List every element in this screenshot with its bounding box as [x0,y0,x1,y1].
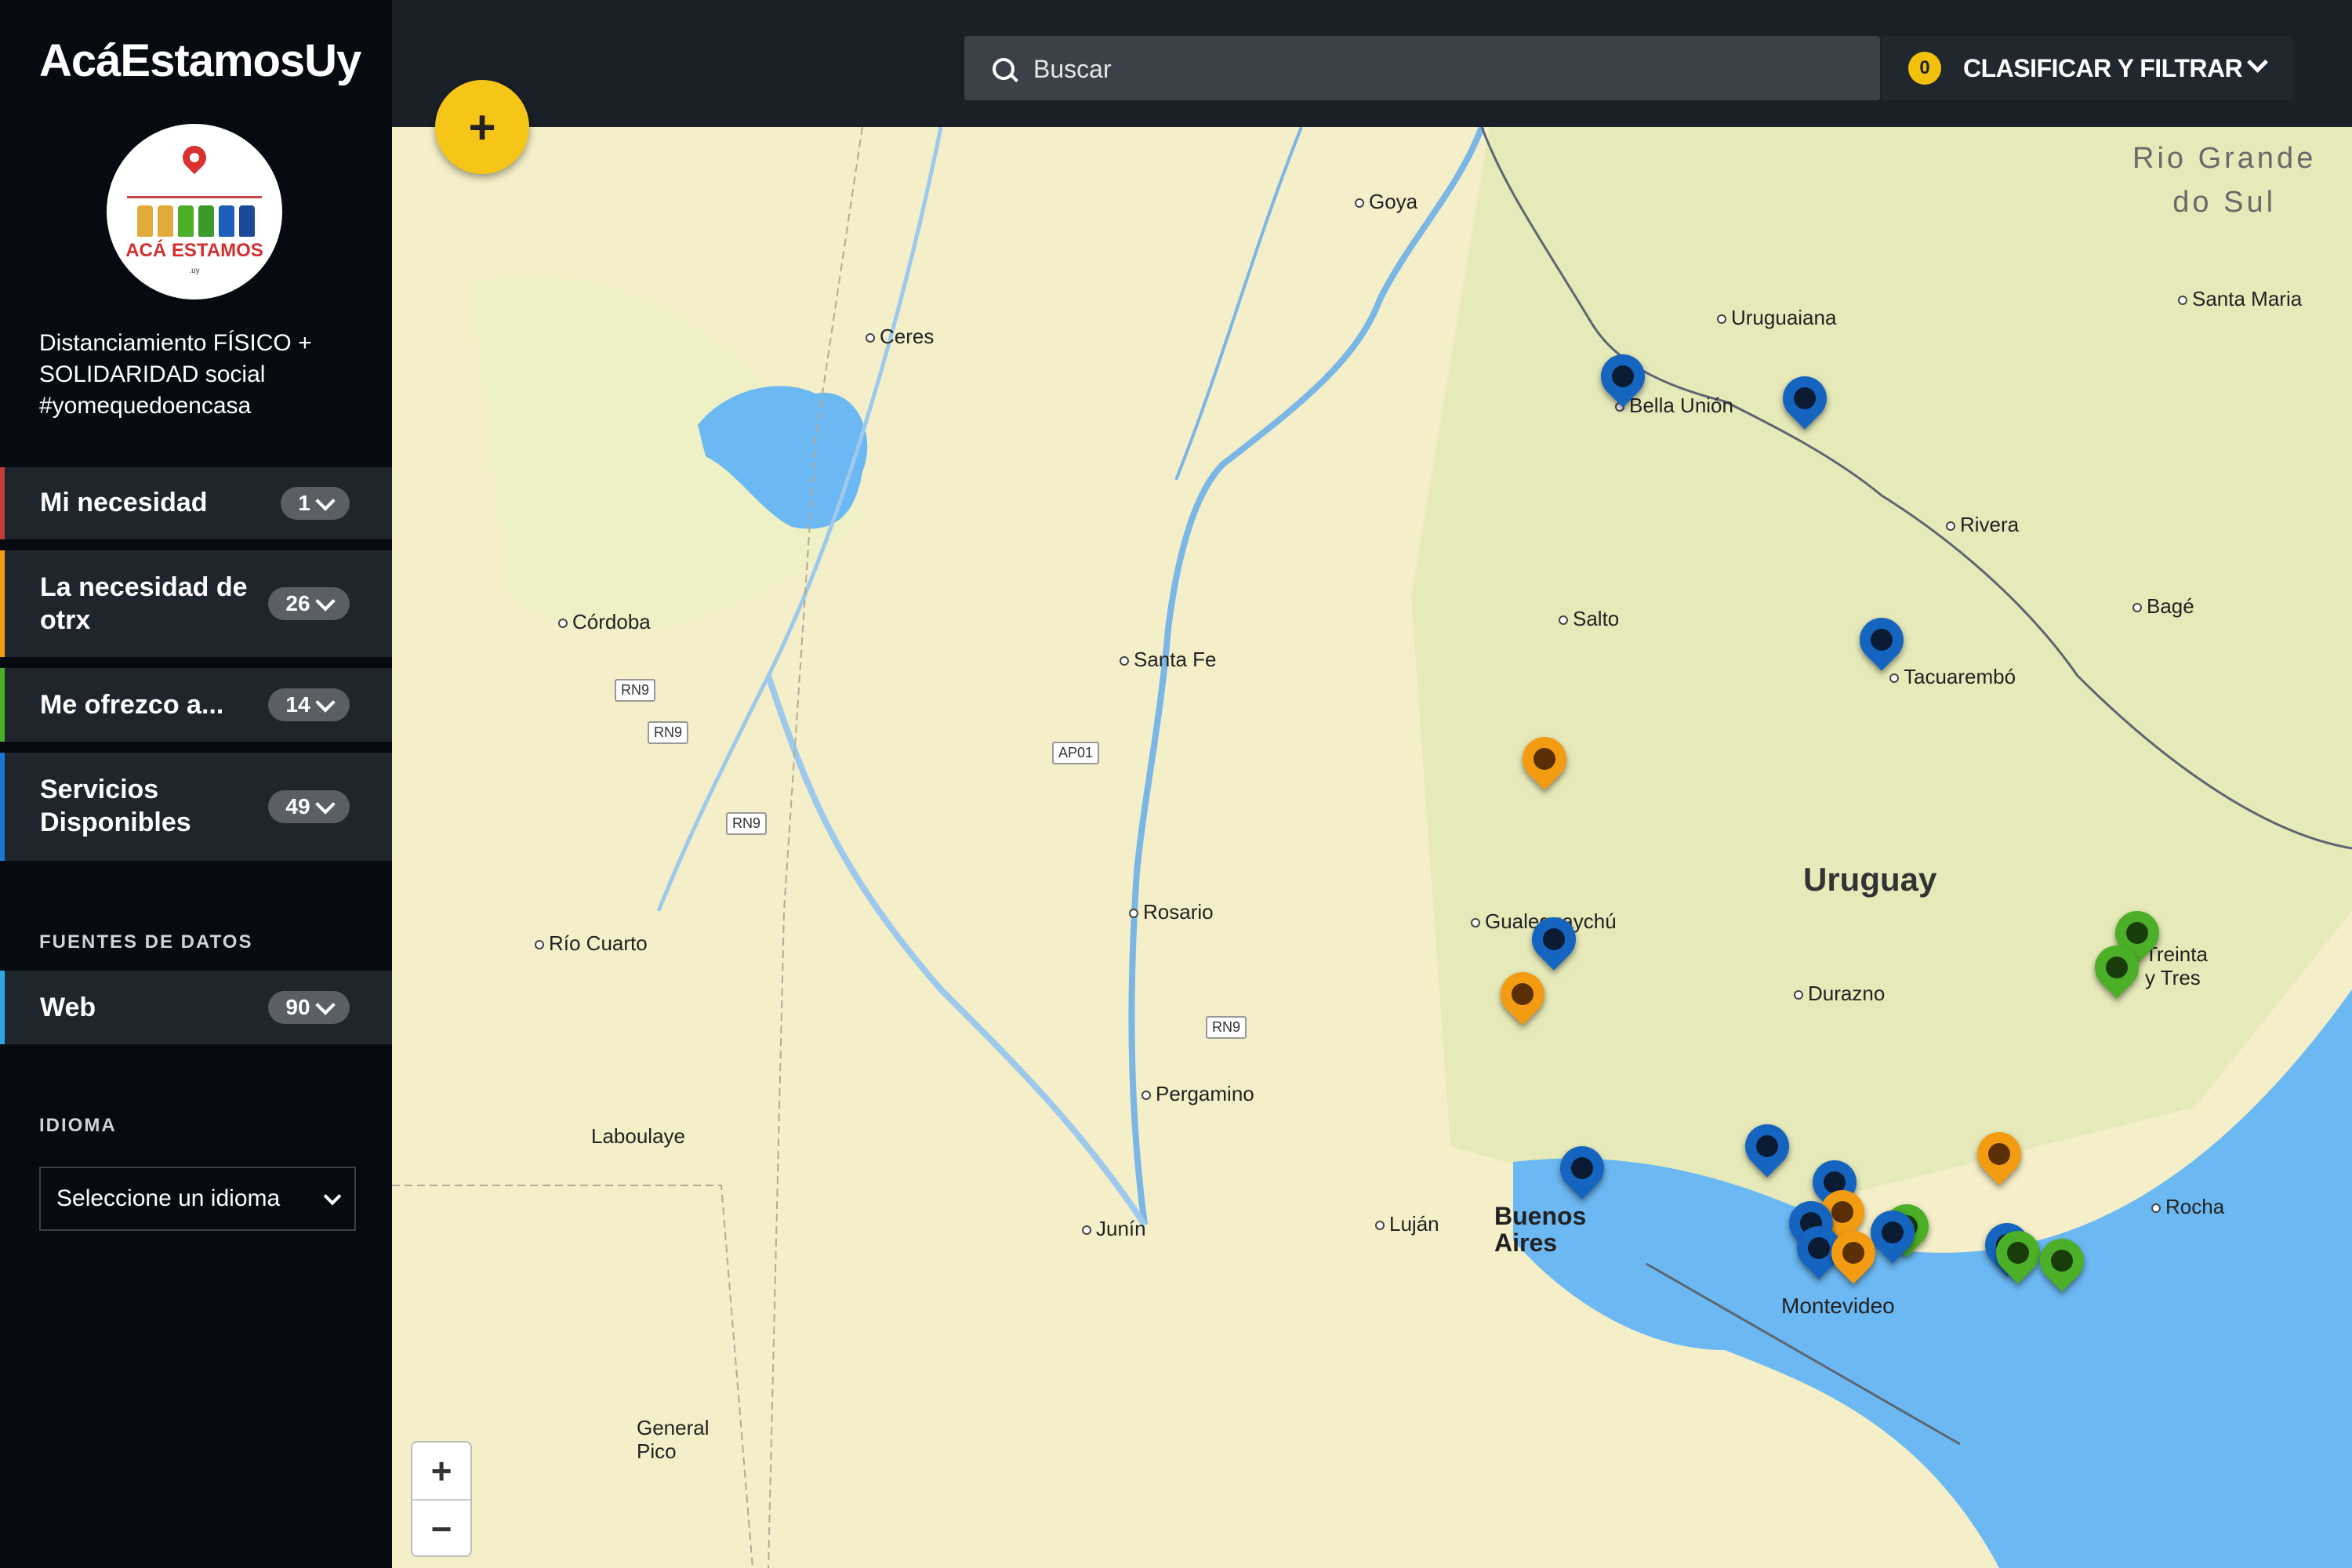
category-count-badge[interactable]: 14 [268,688,350,721]
map-canvas[interactable] [392,127,2352,1568]
city-label: Córdoba [558,610,651,634]
location-pin-icon [177,140,212,175]
city-label: Rivera [1946,513,2019,537]
chevron-down-icon [323,1187,342,1206]
city-label: General Pico [637,1416,710,1463]
category-count-badge[interactable]: 1 [281,487,350,520]
chevron-down-icon [314,692,336,713]
category-label: La necesidad de otrx [40,572,248,635]
city-label: Montevideo [1781,1294,1895,1318]
source-count-badge[interactable]: 90 [268,991,350,1024]
city-label: Santa Fe [1120,648,1217,672]
tagline: Distanciamiento FÍSICO + SOLIDARIDAD soc… [39,330,312,419]
language-select[interactable]: Seleccione un idioma [39,1167,356,1231]
city-label: Junín [1082,1217,1146,1241]
source-web[interactable]: Web 90 [0,971,392,1044]
road-shield: RN9 [615,679,656,702]
logo-caption: ACÁ ESTAMOS [125,240,263,261]
city-label: Durazno [1794,982,1885,1006]
city-label: Laboulaye [591,1124,685,1148]
road-shield: RN9 [1206,1016,1247,1039]
capital-label: Buenos Aires [1494,1202,1587,1257]
zoom-control: + − [411,1441,472,1557]
chevron-down-icon [314,995,336,1015]
app-logo: ACÁ ESTAMOS .uy [107,124,282,299]
sidebar: AcáEstamosUy ACÁ ESTAMOS .uy Distanciami… [0,0,392,1568]
filter-label: CLASIFICAR Y FILTRAR [1963,53,2243,82]
city-label: Rosario [1129,900,1214,924]
city-label: Luján [1375,1212,1439,1236]
category-necesidad-de-otrx[interactable]: La necesidad de otrx 26 [0,550,392,657]
city-label: Salto [1559,607,1619,631]
top-bar: 0 CLASIFICAR Y FILTRAR [392,0,2352,127]
category-mi-necesidad[interactable]: Mi necesidad 1 [0,467,392,539]
search-bar[interactable] [964,36,1880,102]
add-post-button[interactable]: + [435,80,529,174]
chevron-down-icon [315,491,336,511]
map-view[interactable]: Goya Ceres Uruguaiana Santa Maria Bella … [392,127,2352,1568]
city-label: Treinta y Tres [2145,942,2208,989]
road-shield: RN9 [648,721,689,744]
region-label: Rio Grande do Sul [2132,142,2317,219]
category-count-badge[interactable]: 49 [268,790,350,823]
category-label: Mi necesidad [40,488,208,517]
category-me-ofrezco[interactable]: Me ofrezco a... 14 [0,668,392,742]
city-label: Tacuarembó [1889,665,2016,689]
country-label: Uruguay [1803,861,1937,898]
city-label: Santa Maria [2178,287,2302,311]
road-shield: RN9 [726,812,768,835]
city-label: Bagé [2132,594,2194,619]
app-title[interactable]: AcáEstamosUy [39,34,361,87]
city-label: Ceres [866,325,934,349]
city-label: Rocha [2151,1195,2224,1219]
chevron-down-icon [2247,52,2268,73]
search-icon [993,58,1014,80]
city-label: Pergamino [1142,1082,1254,1106]
city-label: Uruguaiana [1717,306,1836,330]
road-shield: AP01 [1052,742,1100,764]
filter-count-badge: 0 [1908,52,1941,85]
category-label: Servicios Disponibles [40,775,191,837]
sort-filter-button[interactable]: 0 CLASIFICAR Y FILTRAR [1882,36,2293,100]
category-servicios-disponibles[interactable]: Servicios Disponibles 49 [0,753,392,861]
category-label: Me ofrezco a... [40,690,224,720]
city-label: Río Cuarto [535,931,648,956]
sources-section-title: FUENTES DE DATOS [39,931,253,953]
city-label: Goya [1355,190,1417,214]
source-label: Web [40,993,96,1022]
language-select-value: Seleccione un idioma [56,1185,281,1211]
search-input[interactable] [1032,36,1819,102]
category-count-badge[interactable]: 26 [268,587,350,620]
language-section-title: IDIOMA [39,1115,117,1136]
logo-suffix: .uy [189,267,200,275]
chevron-down-icon [314,591,336,612]
zoom-out-button[interactable]: − [412,1501,470,1557]
chevron-down-icon [314,794,336,815]
zoom-in-button[interactable]: + [412,1443,470,1501]
